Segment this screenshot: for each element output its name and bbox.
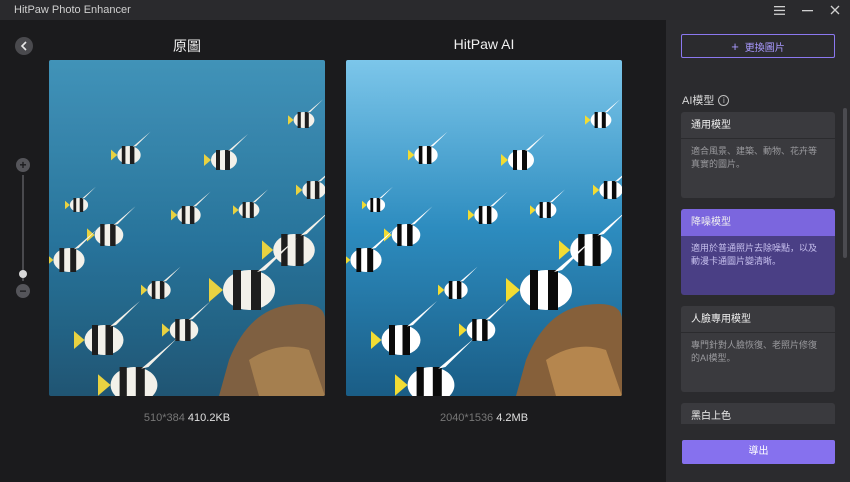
plus-icon: + xyxy=(731,38,739,54)
ai-model-heading: AI模型 i xyxy=(682,92,730,108)
info-icon[interactable]: i xyxy=(718,94,730,106)
zoom-out-button[interactable]: − xyxy=(16,284,30,298)
model-card-face[interactable]: 人臉專用模型 專門針對人臉恢復、老照片修復的AI模型。 xyxy=(681,306,835,392)
back-button[interactable] xyxy=(15,37,33,55)
app-title: HitPaw Photo Enhancer xyxy=(14,4,131,16)
original-label: 原圖 xyxy=(173,38,201,54)
close-icon[interactable] xyxy=(828,3,842,17)
change-image-label: 更換圖片 xyxy=(744,42,785,54)
model-list: 通用模型 適合風景、建築、動物、花卉等真實的圖片。 降噪模型 適用於普通照片去除… xyxy=(681,112,835,424)
model-title: 黑白上色 xyxy=(681,403,835,424)
model-list-scrollbar[interactable] xyxy=(843,108,847,424)
model-title: 降噪模型 xyxy=(681,209,835,236)
export-button[interactable]: 導出 xyxy=(682,440,835,464)
enhanced-filesize: 4.2MB xyxy=(496,412,529,424)
model-card-general[interactable]: 通用模型 適合風景、建築、動物、花卉等真實的圖片。 xyxy=(681,112,835,198)
model-description: 適合風景、建築、動物、花卉等真實的圖片。 xyxy=(691,146,818,169)
original-filesize: 410.2KB xyxy=(187,412,231,424)
model-title: 人臉專用模型 xyxy=(681,306,835,333)
enhanced-image xyxy=(346,60,622,396)
model-card-denoise[interactable]: 降噪模型 適用於普通照片去除噪點，以及動漫卡通圖片變清晰。 xyxy=(681,209,835,295)
zoom-slider-thumb[interactable] xyxy=(19,270,27,278)
model-description: 適用於普通照片去除噪點，以及動漫卡通圖片變清晰。 xyxy=(691,243,818,266)
enhanced-label: HitPaw AI xyxy=(453,36,515,52)
original-image xyxy=(49,60,325,396)
model-title: 通用模型 xyxy=(681,112,835,139)
enhanced-dimensions: 2040*1536 xyxy=(439,412,494,424)
zoom-slider-track[interactable] xyxy=(22,175,24,281)
ai-model-label: AI模型 xyxy=(682,95,715,107)
preview-area: 原圖 HitPaw AI 510*384 410.2KB 2040*1536 4… xyxy=(0,20,666,482)
change-image-button[interactable]: + 更換圖片 xyxy=(681,34,835,58)
title-bar: HitPaw Photo Enhancer xyxy=(0,0,850,20)
model-card-colorize[interactable]: 黑白上色 xyxy=(681,403,835,424)
chevron-left-icon xyxy=(20,41,27,51)
model-description: 專門針對人臉恢復、老照片修復的AI模型。 xyxy=(691,340,818,363)
original-dimensions: 510*384 xyxy=(143,412,185,424)
app-window: HitPaw Photo Enhancer 原圖 HitPaw AI 510*3… xyxy=(0,0,850,482)
original-info: 510*384 410.2KB xyxy=(49,412,325,424)
menu-icon[interactable] xyxy=(772,3,786,17)
zoom-in-button[interactable]: + xyxy=(16,158,30,172)
sidebar: + 更換圖片 AI模型 i 通用模型 適合風景、建築、動物、花卉等真實的圖片。 … xyxy=(666,20,850,482)
window-controls xyxy=(772,0,842,20)
scrollbar-thumb[interactable] xyxy=(843,108,847,258)
minimize-icon[interactable] xyxy=(800,3,814,17)
enhanced-info: 2040*1536 4.2MB xyxy=(346,412,622,424)
